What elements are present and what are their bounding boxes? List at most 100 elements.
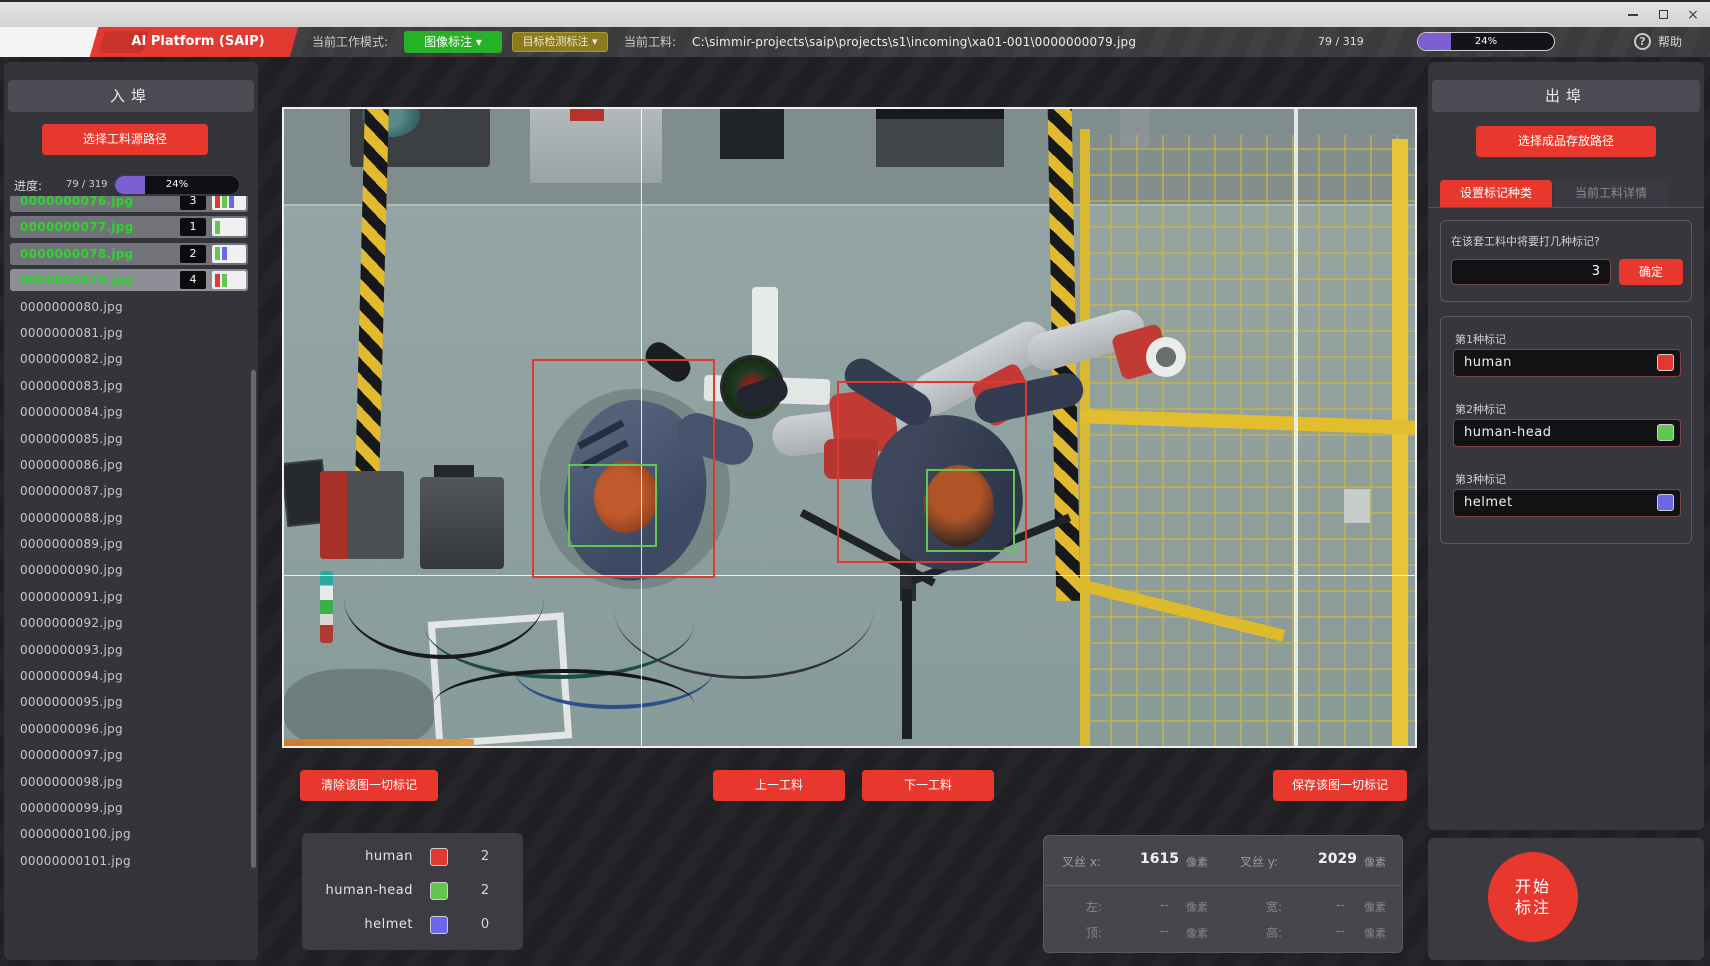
label-count-question: 在该套工料中将要打几种标记? xyxy=(1451,233,1600,249)
file-row[interactable]: 0000000083.jpg xyxy=(10,375,248,397)
file-name: 0000000097.jpg xyxy=(20,748,123,762)
coordinates-panel: 叉丝 x: 1615 像素 叉丝 y: 2029 像素 左: -- 像素 宽: … xyxy=(1043,835,1403,953)
crosshair-y-value: 2029 xyxy=(1318,851,1357,867)
annotation-color-indicator xyxy=(212,271,246,289)
file-name: 0000000090.jpg xyxy=(20,563,123,577)
maximize-icon xyxy=(1659,10,1668,19)
file-name: 00000000101.jpg xyxy=(20,854,131,868)
legend-row: human-head 2 xyxy=(302,879,523,903)
file-row[interactable]: 0000000086.jpg xyxy=(10,454,248,476)
file-row[interactable]: 0000000091.jpg xyxy=(10,586,248,608)
progress-counter: 79 / 319 xyxy=(66,179,108,190)
prev-workpiece-button[interactable]: 上一工料 xyxy=(713,770,845,801)
annotation-count-badge: 1 xyxy=(180,218,206,236)
mode-image-annotation-button[interactable]: 图像标注 ▾ xyxy=(404,31,502,53)
label-count-input[interactable]: 3 xyxy=(1451,259,1611,285)
label-count-section: 在该套工料中将要打几种标记? 3 确定 xyxy=(1440,220,1692,302)
file-name: 0000000085.jpg xyxy=(20,432,123,446)
tab-current-workpiece-detail[interactable]: 当前工料详情 xyxy=(1554,180,1668,207)
file-name: 0000000099.jpg xyxy=(20,801,123,815)
file-name: 00000000100.jpg xyxy=(20,827,131,841)
top-progress-bar: 24% xyxy=(1417,32,1555,51)
annotation-count-badge: 4 xyxy=(180,271,206,289)
label-3-color-swatch[interactable] xyxy=(1657,494,1674,511)
help-button[interactable]: 帮助 xyxy=(1658,27,1682,57)
start-line-1: 开始 xyxy=(1488,876,1578,897)
file-row[interactable]: 0000000096.jpg xyxy=(10,718,248,740)
file-name: 0000000089.jpg xyxy=(20,537,123,551)
file-row[interactable]: 00000000101.jpg xyxy=(10,850,248,872)
bbox-human-head[interactable] xyxy=(568,464,657,547)
file-row[interactable]: 0000000099.jpg xyxy=(10,797,248,819)
file-row[interactable]: 0000000080.jpg xyxy=(10,296,248,318)
tab-divider xyxy=(1428,207,1704,208)
annotation-color-indicator xyxy=(212,245,246,263)
top-label: 顶: xyxy=(1086,924,1102,941)
file-row[interactable]: 0000000094.jpg xyxy=(10,665,248,687)
file-row[interactable]: 0000000092.jpg xyxy=(10,612,248,634)
help-icon[interactable]: ? xyxy=(1634,33,1651,50)
choose-output-path-button[interactable]: 选择成品存放路径 xyxy=(1476,126,1656,157)
clear-annotations-button[interactable]: 清除该图一切标记 xyxy=(300,770,438,801)
choose-source-path-button[interactable]: 选择工料源路径 xyxy=(42,124,208,155)
annotation-color-indicator xyxy=(212,218,246,236)
file-row[interactable]: 0000000082.jpg xyxy=(10,348,248,370)
file-row[interactable]: 0000000093.jpg xyxy=(10,639,248,661)
crosshair-x-label: 叉丝 x: xyxy=(1062,853,1101,870)
pixel-unit: 像素 xyxy=(1186,925,1208,941)
file-row[interactable]: 0000000084.jpg xyxy=(10,401,248,423)
file-name: 0000000095.jpg xyxy=(20,695,123,709)
pixel-unit: 像素 xyxy=(1364,854,1386,870)
label-legend: human 2 human-head 2 helmet 0 xyxy=(302,833,523,950)
mode-label: 当前工作模式: xyxy=(312,27,388,57)
next-workpiece-button[interactable]: 下一工料 xyxy=(862,770,994,801)
label-2-color-swatch[interactable] xyxy=(1657,424,1674,441)
mode-detection-annotation-button[interactable]: 目标检测标注 ▾ xyxy=(512,32,608,52)
width-value: -- xyxy=(1336,898,1345,912)
label-2-title: 第2种标记 xyxy=(1455,401,1506,417)
file-row[interactable]: 0000000095.jpg xyxy=(10,691,248,713)
app-window: × AI Platform (SAIP) 当前工作模式: 图像标注 ▾ 目标检测… xyxy=(0,0,1710,966)
file-row[interactable]: 0000000097.jpg xyxy=(10,744,248,766)
tab-set-label-types[interactable]: 设置标记种类 xyxy=(1440,180,1552,207)
legend-count: 2 xyxy=(470,845,500,869)
save-annotations-button[interactable]: 保存该图一切标记 xyxy=(1273,770,1407,801)
file-row[interactable]: 0000000087.jpg xyxy=(10,480,248,502)
file-row[interactable]: 0000000077.jpg1 xyxy=(10,216,248,238)
coords-divider xyxy=(1044,885,1402,886)
file-row[interactable]: 00000000100.jpg xyxy=(10,823,248,845)
file-name: 0000000092.jpg xyxy=(20,616,123,630)
file-row[interactable]: 0000000078.jpg2 xyxy=(10,243,248,265)
label-1-color-swatch[interactable] xyxy=(1657,354,1674,371)
file-name: 0000000084.jpg xyxy=(20,405,123,419)
outbound-panel: 出埠 选择成品存放路径 设置标记种类 当前工料详情 在该套工料中将要打几种标记?… xyxy=(1428,62,1704,830)
file-row[interactable]: 0000000098.jpg xyxy=(10,771,248,793)
file-row[interactable]: 0000000085.jpg xyxy=(10,428,248,450)
file-name: 0000000081.jpg xyxy=(20,326,123,340)
close-button[interactable]: × xyxy=(1682,8,1704,24)
file-row[interactable]: 0000000079.jpg4 xyxy=(10,269,248,291)
label-2-input[interactable]: human-head xyxy=(1453,419,1681,447)
file-row[interactable]: 0000000076.jpg3 xyxy=(10,196,248,212)
confirm-button[interactable]: 确定 xyxy=(1619,259,1683,285)
pixel-unit: 像素 xyxy=(1364,899,1386,915)
annotation-count-badge: 2 xyxy=(180,245,206,263)
start-annotation-button[interactable]: 开始 标注 xyxy=(1488,852,1578,942)
label-1-title: 第1种标记 xyxy=(1455,331,1506,347)
file-row[interactable]: 0000000090.jpg xyxy=(10,559,248,581)
file-list-scrollbar[interactable] xyxy=(251,370,256,868)
minimize-button[interactable] xyxy=(1622,8,1644,24)
file-row[interactable]: 0000000081.jpg xyxy=(10,322,248,344)
annotation-color-indicator xyxy=(212,196,246,210)
annotation-canvas[interactable] xyxy=(282,107,1417,748)
file-name: 0000000076.jpg xyxy=(20,196,134,208)
bbox-human-head[interactable] xyxy=(926,469,1014,552)
label-3-input[interactable]: helmet xyxy=(1453,489,1681,517)
label-1-input[interactable]: human xyxy=(1453,349,1681,377)
maximize-button[interactable] xyxy=(1652,8,1674,24)
current-file-path: C:\simmir-projects\saip\projects\s1\inco… xyxy=(692,27,1136,57)
file-row[interactable]: 0000000088.jpg xyxy=(10,507,248,529)
file-row[interactable]: 0000000089.jpg xyxy=(10,533,248,555)
sidebar-progress-row: 进度: 79 / 319 24% xyxy=(4,174,258,198)
file-name: 0000000091.jpg xyxy=(20,590,123,604)
